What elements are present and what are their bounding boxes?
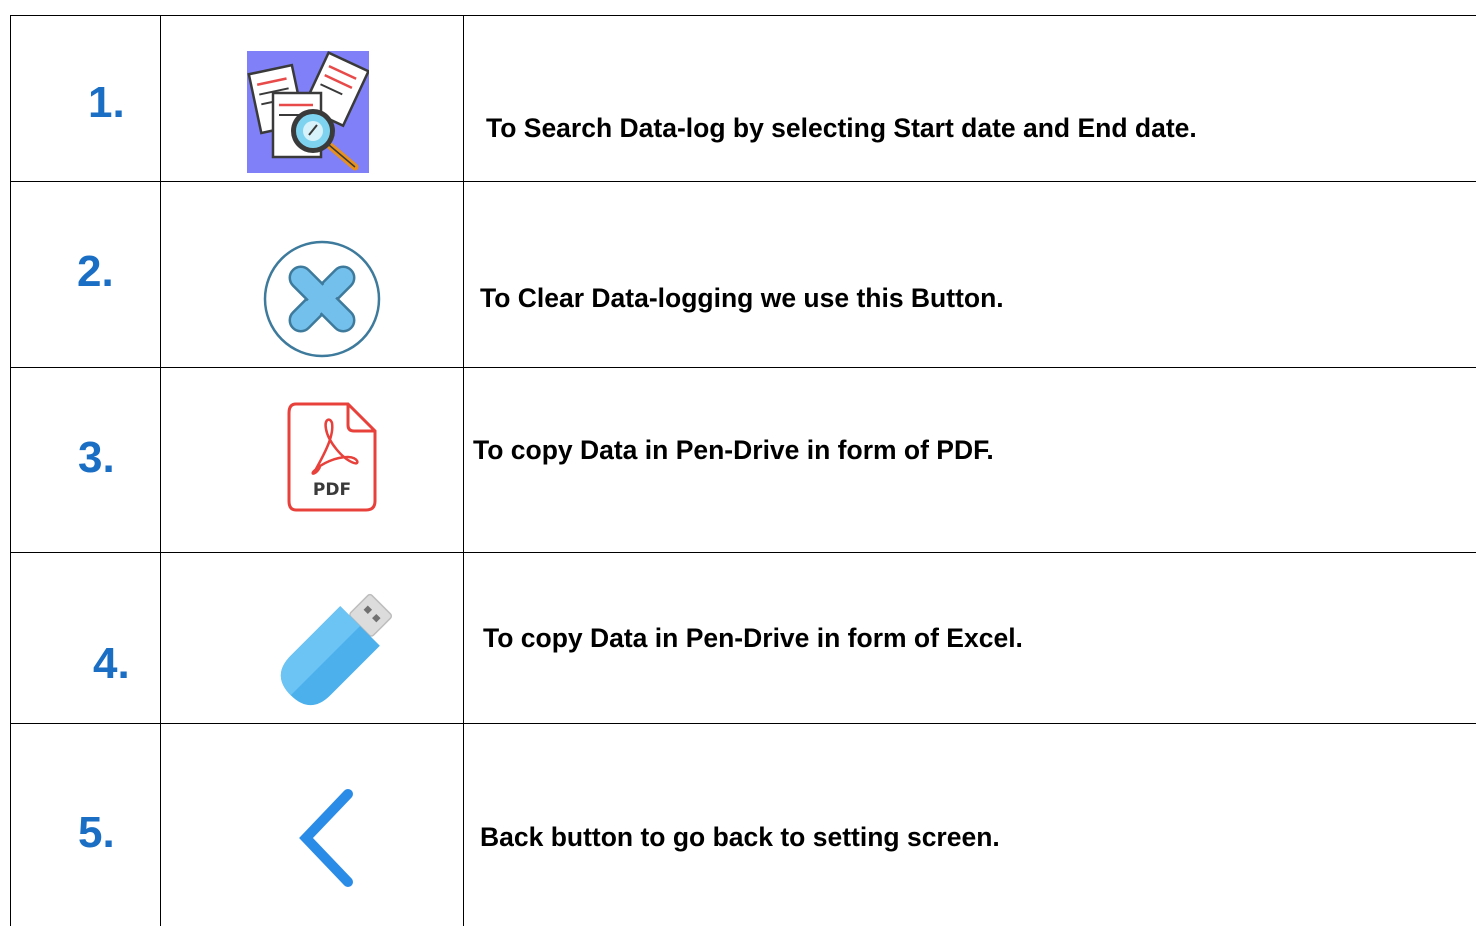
row-number: 5. (78, 808, 115, 857)
clear-x-circle-icon (262, 240, 382, 360)
table-border-left (10, 15, 11, 926)
row-description: To Search Data-log by selecting Start da… (486, 113, 1197, 143)
row-description: To copy Data in Pen-Drive in form of PDF… (473, 435, 994, 465)
row-description: Back button to go back to setting screen… (480, 822, 1000, 852)
search-data-log-icon (247, 51, 371, 173)
row-divider (10, 367, 1476, 368)
row-description: To copy Data in Pen-Drive in form of Exc… (483, 623, 1023, 653)
table-border-top (10, 15, 1476, 16)
usb-pen-drive-icon (278, 590, 394, 710)
column-divider (463, 15, 464, 926)
legend-table: 1. To Search Data-log by selecting Start… (0, 0, 1476, 926)
row-divider (10, 552, 1476, 553)
back-chevron-icon[interactable] (298, 788, 358, 892)
pdf-file-icon: PDF (286, 401, 378, 513)
row-number: 3. (78, 433, 115, 482)
row-description: To Clear Data-logging we use this Button… (480, 283, 1004, 313)
row-number: 1. (88, 78, 125, 127)
row-divider (10, 181, 1476, 182)
column-divider (160, 15, 161, 926)
row-number: 2. (77, 247, 114, 296)
pdf-icon-label: PDF (313, 480, 351, 500)
row-number: 4. (93, 639, 130, 688)
row-divider (10, 723, 1476, 724)
